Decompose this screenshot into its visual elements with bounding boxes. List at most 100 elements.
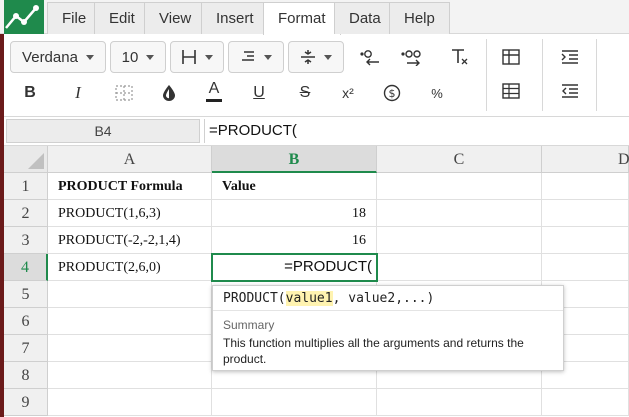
function-signature[interactable]: PRODUCT(value1, value2,...)	[213, 286, 563, 311]
chevron-down-icon	[324, 54, 332, 60]
fill-color-button[interactable]	[155, 79, 183, 107]
row-header-3[interactable]: 3	[4, 227, 48, 254]
cell-a3[interactable]: PRODUCT(-2,-2,1,4)	[48, 227, 212, 254]
merge-cells-button[interactable]	[497, 77, 525, 105]
strikethrough-button[interactable]: S	[291, 79, 319, 107]
row-header-8[interactable]: 8	[4, 362, 48, 389]
decrease-decimals-icon	[360, 50, 379, 66]
menu-view[interactable]: View	[144, 2, 207, 34]
cell-a2[interactable]: PRODUCT(1,6,3)	[48, 200, 212, 227]
clear-format-icon	[452, 49, 468, 65]
cell-d9[interactable]	[542, 389, 629, 416]
toolbar-separator	[596, 39, 597, 111]
indent-button[interactable]	[556, 43, 584, 71]
active-argument: value1	[285, 291, 333, 306]
cell-c3[interactable]	[377, 227, 542, 254]
toolbar: Verdana 10 B I A U S x² $ %	[4, 35, 629, 115]
column-header-b[interactable]: B	[212, 146, 377, 173]
formula-input[interactable]: =PRODUCT(	[204, 119, 628, 143]
column-header-d[interactable]: D	[542, 146, 629, 173]
bold-button[interactable]: B	[16, 79, 44, 107]
cell-a6[interactable]	[48, 308, 212, 335]
font-family-select[interactable]: Verdana	[10, 41, 106, 73]
text-color-label: A	[208, 79, 220, 97]
cell-b4-editor[interactable]: =PRODUCT(	[211, 253, 378, 282]
function-autocomplete-popup: PRODUCT(value1, value2,...) Summary This…	[212, 285, 564, 371]
function-name: PRODUCT(	[223, 291, 286, 306]
menu-help[interactable]: Help	[389, 2, 450, 34]
cell-a7[interactable]	[48, 335, 212, 362]
cell-a8[interactable]	[48, 362, 212, 389]
function-description: This function multiplies all the argumen…	[223, 336, 524, 366]
cell-borders-button[interactable]	[110, 79, 138, 107]
row-header-5[interactable]: 5	[4, 281, 48, 308]
cell-d4[interactable]	[542, 254, 629, 281]
cell-c2[interactable]	[377, 200, 542, 227]
cell-a5[interactable]	[48, 281, 212, 308]
select-all-triangle-icon	[28, 153, 44, 169]
currency-format-button[interactable]: $	[378, 79, 406, 107]
cell-b3[interactable]: 16	[212, 227, 377, 254]
select-all-corner[interactable]	[4, 146, 48, 173]
chevron-down-icon	[264, 54, 272, 60]
toolbar-separator	[486, 39, 487, 111]
outdent-icon	[562, 84, 578, 98]
cell-d3[interactable]	[542, 227, 629, 254]
currency-icon: $	[383, 84, 401, 102]
row-header-7[interactable]: 7	[4, 335, 48, 362]
italic-button[interactable]: I	[64, 79, 92, 107]
row-header-2[interactable]: 2	[4, 200, 48, 227]
font-size-select[interactable]: 10	[110, 41, 166, 73]
cell-c4[interactable]	[377, 254, 542, 281]
underline-button[interactable]: U	[245, 79, 273, 107]
increase-decimals-icon	[401, 50, 421, 66]
column-header-a[interactable]: A	[48, 146, 212, 173]
row-header-9[interactable]: 9	[4, 389, 48, 416]
font-family-value: Verdana	[22, 48, 78, 66]
font-size-value: 10	[121, 48, 139, 66]
menu-bar: File Edit View Insert Format Data Help	[0, 0, 629, 35]
insert-table-button[interactable]	[497, 43, 525, 71]
horizontal-align-select[interactable]	[228, 41, 284, 73]
menu-data[interactable]: Data	[334, 2, 396, 34]
cell-reference-box[interactable]: B4	[6, 119, 200, 143]
row-header-6[interactable]: 6	[4, 308, 48, 335]
borders-icon	[182, 50, 196, 64]
app-logo-icon	[5, 5, 39, 29]
cell-b9[interactable]	[212, 389, 377, 416]
borders-select[interactable]	[170, 41, 224, 73]
grid-borders-icon	[115, 85, 133, 101]
menu-format[interactable]: Format	[263, 2, 341, 35]
cell-b1[interactable]: Value	[212, 173, 377, 200]
merge-cells-icon	[502, 83, 520, 99]
formula-bar: B4 =PRODUCT(	[4, 116, 629, 146]
decrease-decimals-button[interactable]	[356, 43, 384, 71]
row-header-1[interactable]: 1	[4, 173, 48, 200]
increase-decimals-button[interactable]	[398, 43, 426, 71]
cell-b2[interactable]: 18	[212, 200, 377, 227]
chevron-down-icon	[85, 54, 94, 60]
vertical-align-select[interactable]	[288, 41, 344, 73]
cell-c1[interactable]	[377, 173, 542, 200]
cell-a4[interactable]: PRODUCT(2,6,0)	[48, 254, 212, 281]
outdent-button[interactable]	[556, 77, 584, 105]
percent-format-button[interactable]: %	[423, 79, 451, 107]
menu-edit[interactable]: Edit	[94, 2, 150, 34]
chevron-down-icon	[146, 54, 155, 60]
cell-a9[interactable]	[48, 389, 212, 416]
cell-d1[interactable]	[542, 173, 629, 200]
row-header-4[interactable]: 4	[4, 254, 48, 281]
spreadsheet-grid: A B C D 1 2 3 4 5 6 7 8 9 PRODUCT Formul…	[4, 146, 629, 417]
cell-c9[interactable]	[377, 389, 542, 416]
superscript-button[interactable]: x²	[334, 79, 362, 107]
currency-symbol: $	[389, 87, 396, 100]
clear-format-button[interactable]	[445, 43, 473, 71]
menu-insert[interactable]: Insert	[201, 2, 269, 34]
indent-icon	[561, 50, 578, 64]
text-color-button[interactable]: A	[200, 77, 228, 105]
cell-a1[interactable]: PRODUCT Formula	[48, 173, 212, 200]
align-right-icon	[242, 51, 254, 61]
summary-label: Summary	[223, 318, 275, 332]
column-header-c[interactable]: C	[377, 146, 542, 173]
cell-d2[interactable]	[542, 200, 629, 227]
